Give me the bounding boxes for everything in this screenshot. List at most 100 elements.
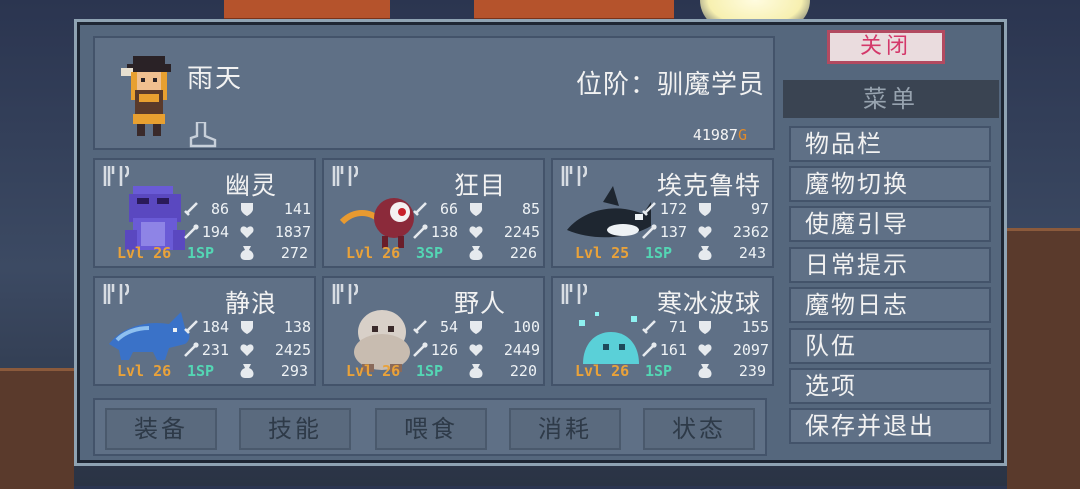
health-value: 2449 <box>503 341 540 359</box>
pouch-value: 226 <box>509 244 537 262</box>
gold-counter: 41987G <box>693 126 747 144</box>
pouch-icon <box>240 246 254 260</box>
menu-item-inventory[interactable]: 物品栏 <box>789 126 991 162</box>
pouch-value: 243 <box>738 244 766 262</box>
defense-value: 138 <box>283 318 311 336</box>
monster-name: 幽灵 <box>224 171 277 200</box>
attack-value: 184 <box>201 318 229 336</box>
magic-value: 194 <box>201 223 229 241</box>
health-value: 2425 <box>274 341 311 359</box>
monster-menu-window: 雨天 位阶：驯魔学员 41987G 幽灵 86 141 194 1837 Lvl 2… <box>74 19 1007 466</box>
pouch-icon <box>698 364 712 378</box>
pouch-value: 239 <box>738 362 766 380</box>
pouch-value: 220 <box>509 362 537 380</box>
background-wall-right <box>1007 228 1080 489</box>
monster-name: 寒冰波球 <box>656 289 761 318</box>
monster-level: Lvl 26 <box>346 244 401 262</box>
magic-value: 231 <box>201 341 229 359</box>
monster-level: Lvl 26 <box>117 362 172 380</box>
skill-points: 3SP <box>416 244 444 262</box>
player-info-panel: 雨天 位阶：驯魔学员 41987G <box>93 36 775 150</box>
magic-value: 138 <box>430 223 458 241</box>
skill-points: 1SP <box>416 362 444 380</box>
monster-card-5[interactable]: 野人 54 100 126 2449 Lvl 26 1SP 220 <box>322 276 545 386</box>
heart-icon <box>240 226 254 238</box>
tab-equipment[interactable]: 装备 <box>105 408 217 450</box>
sword-icon <box>184 202 198 216</box>
close-button[interactable]: 关闭 <box>827 30 945 64</box>
background-roof-right <box>474 0 674 21</box>
menu-title: 菜单 <box>783 80 999 118</box>
monster-name: 狂目 <box>453 171 506 200</box>
magic-value: 126 <box>430 341 458 359</box>
attack-value: 172 <box>659 200 687 218</box>
player-character-sprite <box>121 56 171 136</box>
staff-icon <box>413 224 428 239</box>
menu-item-save-and-quit[interactable]: 保存并退出 <box>789 408 991 444</box>
menu-item-options[interactable]: 选项 <box>789 368 991 404</box>
shield-icon <box>241 321 253 334</box>
skill-points: 1SP <box>645 362 673 380</box>
health-value: 1837 <box>274 223 311 241</box>
monster-level: Lvl 25 <box>575 244 630 262</box>
shield-icon <box>470 203 482 216</box>
monster-level: Lvl 26 <box>346 362 401 380</box>
player-name: 雨天 <box>187 64 244 94</box>
boot-icon <box>189 122 217 148</box>
gold-amount: 41987 <box>692 126 738 144</box>
sword-icon <box>184 320 198 334</box>
skill-points: 1SP <box>187 244 215 262</box>
staff-icon <box>642 342 657 357</box>
attack-value: 66 <box>439 200 458 218</box>
health-value: 2362 <box>732 223 769 241</box>
attack-value: 86 <box>210 200 229 218</box>
tab-consumables[interactable]: 消耗 <box>509 408 621 450</box>
monster-name: 静浪 <box>224 289 277 318</box>
defense-value: 155 <box>741 318 769 336</box>
action-tab-bar: 装备 技能 喂食 消耗 状态 <box>93 398 767 456</box>
staff-icon <box>642 224 657 239</box>
shield-icon <box>699 203 711 216</box>
background-wall-left <box>0 368 74 489</box>
sword-icon <box>413 320 427 334</box>
menu-item-monster-switch[interactable]: 魔物切换 <box>789 166 991 202</box>
skill-points: 1SP <box>187 362 215 380</box>
monster-name: 野人 <box>453 289 506 318</box>
heart-icon <box>469 344 483 356</box>
heart-icon <box>469 226 483 238</box>
monster-card-6[interactable]: 寒冰波球 71 155 161 2097 Lvl 26 1SP 239 <box>551 276 774 386</box>
heart-icon <box>240 344 254 356</box>
monster-card-1[interactable]: 幽灵 86 141 194 1837 Lvl 26 1SP 272 <box>93 158 316 268</box>
attack-value: 54 <box>439 318 458 336</box>
menu-item-party[interactable]: 队伍 <box>789 328 991 364</box>
pouch-icon <box>469 246 483 260</box>
pouch-icon <box>469 364 483 378</box>
pouch-icon <box>240 364 254 378</box>
monster-card-4[interactable]: 静浪 184 138 231 2425 Lvl 26 1SP 293 <box>93 276 316 386</box>
pouch-value: 293 <box>280 362 308 380</box>
monster-card-3[interactable]: 埃克鲁特 172 97 137 2362 Lvl 25 1SP 243 <box>551 158 774 268</box>
rank-label: 位阶：驯魔学员 <box>575 70 765 100</box>
sword-icon <box>642 320 656 334</box>
background-roof-left <box>224 0 390 21</box>
staff-icon <box>413 342 428 357</box>
skill-points: 1SP <box>645 244 673 262</box>
gold-unit: G <box>737 126 747 144</box>
tab-skills[interactable]: 技能 <box>239 408 351 450</box>
health-value: 2245 <box>503 223 540 241</box>
monster-card-2[interactable]: 狂目 66 85 138 2245 Lvl 26 3SP 226 <box>322 158 545 268</box>
pouch-icon <box>698 246 712 260</box>
tab-feed[interactable]: 喂食 <box>375 408 487 450</box>
defense-value: 141 <box>283 200 311 218</box>
monster-level: Lvl 26 <box>575 362 630 380</box>
menu-item-familiar-guide[interactable]: 使魔引导 <box>789 206 991 242</box>
sword-icon <box>413 202 427 216</box>
monster-name: 埃克鲁特 <box>656 171 761 200</box>
defense-value: 85 <box>521 200 540 218</box>
shield-icon <box>470 321 482 334</box>
menu-item-daily-tips[interactable]: 日常提示 <box>789 247 991 283</box>
menu-item-monster-journal[interactable]: 魔物日志 <box>789 287 991 323</box>
tab-status[interactable]: 状态 <box>643 408 755 450</box>
defense-value: 97 <box>750 200 769 218</box>
staff-icon <box>184 342 199 357</box>
